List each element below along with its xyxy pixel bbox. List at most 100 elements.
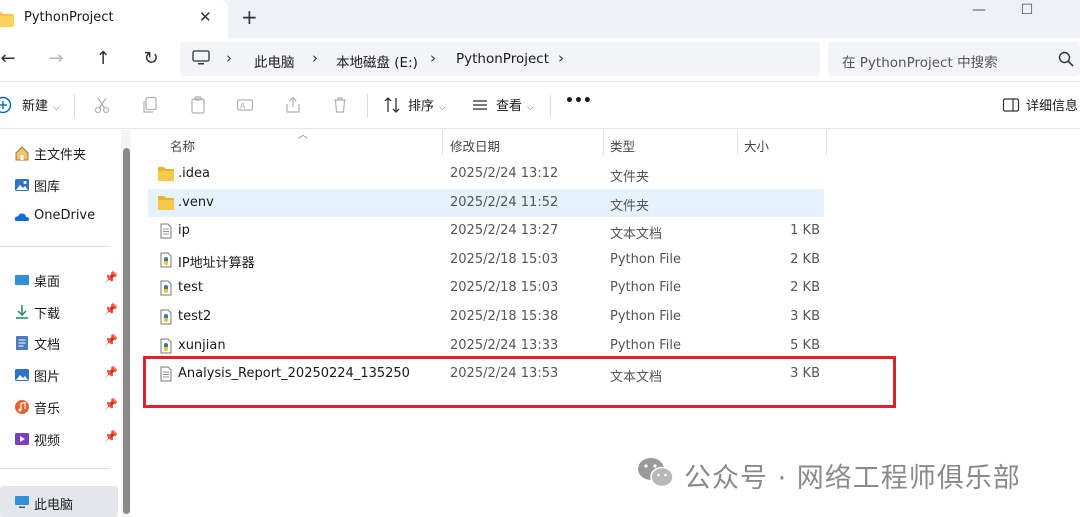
file-modified-date: 2025/2/18 15:03 xyxy=(450,280,559,296)
sidebar-item-label: 音乐 xyxy=(34,402,61,417)
maximize-button[interactable]: ☐ xyxy=(1004,0,1050,22)
view-button[interactable]: 查看 ⌵ xyxy=(496,95,534,114)
column-divider[interactable] xyxy=(603,130,604,156)
sort-button[interactable]: 排序 ⌵ xyxy=(408,95,446,114)
up-button[interactable]: ↑ xyxy=(89,47,117,73)
file-size: 5 KB xyxy=(790,337,820,353)
file-row[interactable]: IP地址计算器 2025/2/18 15:03 Python File 2 KB xyxy=(148,246,824,274)
column-header-type[interactable]: 类型 xyxy=(610,136,635,155)
sidebar-scrollbar-thumb[interactable] xyxy=(123,148,130,514)
sidebar-divider xyxy=(0,468,110,469)
file-row[interactable]: .venv 2025/2/24 11:52 文件夹 xyxy=(148,188,824,217)
column-divider[interactable] xyxy=(826,130,827,156)
search-icon xyxy=(1058,51,1074,67)
search-input[interactable]: 在 PythonProject 中搜索 xyxy=(828,42,1080,76)
navigation-bar: ← → ↑ ↻ › 此电脑 › 本地磁盘 (E:) › PythonProjec… xyxy=(0,38,1080,82)
column-header-name[interactable]: 名称 xyxy=(170,136,195,155)
sidebar-item-music[interactable]: 音乐 📌 xyxy=(0,392,118,420)
file-name: test xyxy=(178,280,203,296)
paste-icon[interactable] xyxy=(189,96,207,114)
file-name: xunjian xyxy=(178,337,226,353)
minimize-button[interactable]: — xyxy=(956,0,1002,22)
delete-icon[interactable] xyxy=(331,96,349,114)
sidebar-item-label: 桌面 xyxy=(34,275,61,290)
rename-icon[interactable]: A xyxy=(236,96,254,114)
sort-icon xyxy=(384,97,400,113)
column-header-date[interactable]: 修改日期 xyxy=(450,136,500,155)
sidebar-divider xyxy=(0,246,110,247)
view-button-label: 查看 xyxy=(496,99,523,114)
new-tab-button[interactable]: + xyxy=(241,5,258,29)
pictures-icon xyxy=(15,369,29,381)
more-options-button[interactable]: ••• xyxy=(565,93,592,109)
file-modified-date: 2025/2/24 13:33 xyxy=(450,337,559,353)
column-header-row: ︿ 名称 修改日期 类型 大小 xyxy=(148,130,828,156)
file-name: IP地址计算器 xyxy=(178,255,255,271)
toolbar-divider xyxy=(74,94,75,118)
command-bar: 新建 ⌵ A 排序 ⌵ 查看 ⌵ ••• 详细信息 xyxy=(0,83,1080,129)
sidebar-item-pictures[interactable]: 图片 📌 xyxy=(0,360,118,388)
download-icon xyxy=(16,305,28,319)
share-icon[interactable] xyxy=(284,96,302,114)
sidebar-item-label: OneDrive xyxy=(34,208,96,223)
address-bar[interactable]: › 此电脑 › 本地磁盘 (E:) › PythonProject › xyxy=(180,42,820,76)
folder-icon xyxy=(158,167,174,181)
sidebar-item-this-pc[interactable]: 此电脑 xyxy=(0,486,118,517)
sidebar-item-onedrive[interactable]: OneDrive xyxy=(0,202,118,230)
file-type: Python File xyxy=(610,337,681,353)
sidebar-item-label: 视频 xyxy=(34,434,61,449)
sidebar-item-home[interactable]: 主文件夹 xyxy=(0,138,118,166)
file-row[interactable]: .idea 2025/2/24 13:12 文件夹 xyxy=(148,160,824,188)
chevron-down-icon: ⌵ xyxy=(53,103,60,113)
tab-title: PythonProject xyxy=(24,10,114,25)
pin-icon: 📌 xyxy=(104,430,118,443)
sidebar-item-downloads[interactable]: 下载 📌 xyxy=(0,297,118,325)
svg-text:A: A xyxy=(240,102,246,111)
file-type: 文件夹 xyxy=(610,170,650,185)
toolbar-divider xyxy=(367,94,368,118)
cut-icon[interactable] xyxy=(93,96,111,114)
column-divider[interactable] xyxy=(442,130,443,156)
computer-icon xyxy=(192,50,210,65)
view-icon xyxy=(473,100,487,110)
cloud-icon xyxy=(14,213,29,221)
column-divider[interactable] xyxy=(737,130,738,156)
file-row[interactable]: test 2025/2/18 15:03 Python File 2 KB xyxy=(148,274,824,302)
sidebar-item-gallery[interactable]: 图库 xyxy=(0,170,118,198)
refresh-button[interactable]: ↻ xyxy=(137,47,165,73)
breadcrumb-local-disk[interactable]: 本地磁盘 (E:) xyxy=(336,51,418,71)
file-row[interactable]: test2 2025/2/18 15:38 Python File 3 KB xyxy=(148,303,824,331)
highlight-annotation-box xyxy=(143,356,896,408)
file-row[interactable]: ip 2025/2/24 13:27 文本文档 1 KB xyxy=(148,217,824,245)
document-icon xyxy=(16,336,28,350)
pin-icon: 📌 xyxy=(104,366,118,379)
details-pane-icon xyxy=(1002,98,1020,112)
copy-icon[interactable] xyxy=(141,96,159,114)
chevron-right-icon: › xyxy=(430,49,436,67)
chevron-right-icon[interactable]: › xyxy=(558,49,564,67)
new-button[interactable]: 新建 ⌵ xyxy=(22,95,60,114)
details-button[interactable]: 详细信息 xyxy=(1026,95,1078,114)
sidebar-item-desktop[interactable]: 桌面 📌 xyxy=(0,265,118,293)
toolbar-divider xyxy=(550,94,551,118)
sidebar-item-documents[interactable]: 文档 📌 xyxy=(0,328,118,356)
sidebar-item-videos[interactable]: 视频 📌 xyxy=(0,424,118,452)
close-tab-button[interactable]: ✕ xyxy=(199,8,212,26)
forward-button[interactable]: → xyxy=(42,47,70,73)
file-modified-date: 2025/2/24 11:52 xyxy=(450,194,559,210)
breadcrumb-this-pc[interactable]: 此电脑 xyxy=(254,51,295,71)
back-button[interactable]: ← xyxy=(0,47,22,73)
file-type: 文本文档 xyxy=(610,227,663,243)
file-modified-date: 2025/2/24 13:12 xyxy=(450,166,559,181)
chevron-down-icon: ⌵ xyxy=(527,103,534,113)
column-header-size[interactable]: 大小 xyxy=(744,136,769,155)
music-icon xyxy=(15,400,29,414)
breadcrumb-pythonproject[interactable]: PythonProject xyxy=(456,51,549,67)
sidebar-item-label: 文档 xyxy=(34,338,61,353)
computer-icon xyxy=(15,496,29,508)
tab-pythonproject[interactable]: PythonProject ✕ xyxy=(0,0,228,38)
file-modified-date: 2025/2/24 13:27 xyxy=(450,223,559,239)
pin-icon: 📌 xyxy=(104,334,118,347)
home-icon xyxy=(15,146,29,161)
chevron-right-icon: › xyxy=(226,49,232,67)
